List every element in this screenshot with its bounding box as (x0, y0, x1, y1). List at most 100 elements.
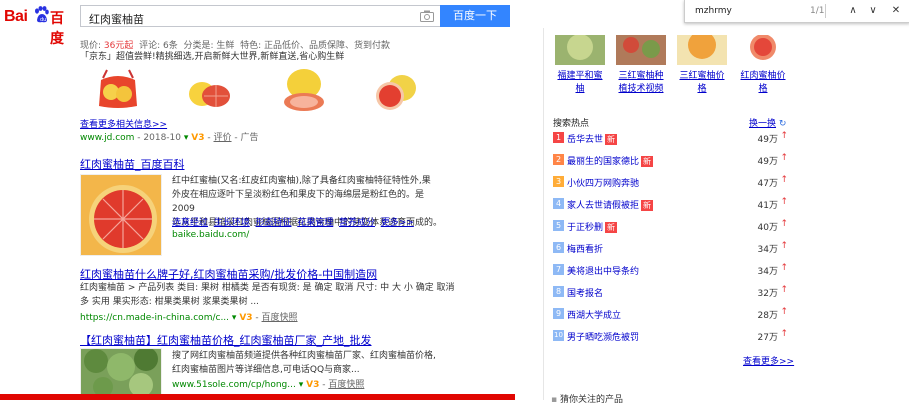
caption-2[interactable]: 三红蜜柚种 植技术视频 (612, 70, 670, 96)
pomelo-thumb-3[interactable] (677, 35, 727, 65)
pomelo-bag-image[interactable] (93, 68, 143, 110)
sublink-environment[interactable]: 生长环境 (214, 218, 250, 228)
trend-up-icon: ↑ (780, 219, 788, 229)
new-badge: 新 (605, 134, 618, 145)
hot-text-label: 小伙四万网购奔驰 (567, 179, 640, 189)
recommend-heading: ▪ 猜你关注的产品 (551, 392, 623, 405)
hot-rank: 5 (553, 220, 564, 231)
result3-title[interactable]: 红肉蜜柚苗什么牌子好,红肉蜜柚苗采购/批发价格-中国制造网 (80, 266, 377, 282)
seedling-image[interactable] (80, 348, 162, 396)
pomelo-half-image[interactable] (372, 70, 420, 112)
caption-3[interactable]: 三红蜜柚价 格 (673, 70, 731, 96)
dropdown-icon[interactable]: ▾ (299, 380, 304, 390)
snapshot-link[interactable]: 百度快照 (328, 380, 364, 390)
hot-rank: 7 (553, 264, 564, 275)
pomelo-thumb-2[interactable] (616, 35, 666, 65)
hot-text-label: 最丽生的国家德比 (567, 157, 640, 167)
hot-text: 西湖大学成立 (567, 308, 621, 321)
snapshot-link[interactable]: 百度快照 (262, 313, 298, 323)
hot-item[interactable]: 9 西湖大学成立 28万 ↑ (553, 307, 788, 321)
hot-item[interactable]: 3 小伙四万网购奔驰 47万 ↑ (553, 175, 788, 189)
trend-up-icon: ↑ (780, 285, 788, 295)
hot-count: 41万 (757, 201, 778, 211)
caption-line: 福建平和蜜 (557, 71, 603, 81)
result1-url[interactable]: www.jd.com (80, 133, 134, 143)
hot-item[interactable]: 2 最丽生的国家德比新 49万 ↑ (553, 153, 788, 167)
sublink-more[interactable]: 更多>> (381, 218, 414, 228)
v3-badge[interactable]: V3 (306, 380, 319, 390)
bottom-highlight-bar (0, 394, 515, 400)
recommend-label: 猜你关注的产品 (559, 395, 623, 405)
sublink-nutrition[interactable]: 营养成分 (339, 218, 375, 228)
result3-url[interactable]: https://cn.made-in-china.com/c... (80, 313, 229, 323)
pomelo-thumb-4[interactable] (738, 35, 788, 65)
hot-item[interactable]: 7 美将退出中导条约 34万 ↑ (553, 263, 788, 277)
hot-rank: 1 (553, 132, 564, 143)
more-hot-link[interactable]: 查看更多>> (743, 354, 794, 367)
refresh-icon: ↻ (778, 119, 787, 129)
hot-rank: 2 (553, 154, 564, 165)
result4-snippet: 搜了网红肉蜜柚苗频道提供各种红肉蜜柚苗厂家、红肉蜜柚苗价格, 红肉蜜柚苗图片等详… (172, 349, 452, 377)
search-button[interactable]: 百度一下 (440, 5, 510, 27)
result4-urlline: www.51sole.com/cp/hong... ▾ V3 - 百度快照 (172, 380, 365, 390)
hot-text-label: 西湖大学成立 (567, 311, 622, 321)
hot-rank: 10 (553, 330, 564, 341)
sublink-breeding[interactable]: 选育经过 (172, 218, 208, 228)
sublink-management[interactable]: 花果管理 (297, 218, 333, 228)
hot-rank: 9 (553, 308, 564, 319)
more-info-link[interactable]: 查看更多相关信息>> (80, 117, 167, 130)
trend-up-icon: ↑ (780, 241, 788, 251)
result2-title[interactable]: 红肉蜜柚苗_百度百科 (80, 156, 185, 172)
hot-item[interactable]: 1 岳华去世新 49万 ↑ (553, 131, 788, 145)
dropdown-icon[interactable]: ▾ (184, 133, 189, 143)
hot-text: 于正秒删新 (567, 220, 618, 233)
sidebar-divider (543, 28, 544, 400)
caption-line: 三红蜜柚价 (679, 71, 725, 81)
hot-count: 47万 (757, 179, 778, 189)
caption-4[interactable]: 红肉蜜柚价 格 (734, 70, 792, 96)
sublink-morphology[interactable]: 形态特征 (256, 218, 292, 228)
result2-url[interactable]: baike.baidu.com/ (172, 230, 249, 240)
hot-count: 32万 (757, 289, 778, 299)
pomelo-slices-image[interactable] (186, 70, 234, 110)
bullet-icon: ▪ (551, 395, 558, 405)
caption-line: 红肉蜜柚价 (740, 71, 786, 81)
pomelo-thumb-1[interactable] (555, 35, 605, 65)
snippet-line: 多 实用 果实形态: 柑果类果树 浆果类果树 ... (80, 297, 259, 307)
caption-line: 格 (697, 84, 707, 94)
hot-item[interactable]: 8 国考报名 32万 ↑ (553, 285, 788, 299)
hot-text: 小伙四万网购奔驰 (567, 176, 639, 189)
result4-title[interactable]: 【红肉蜜柚苗】红肉蜜柚苗价格_红肉蜜柚苗厂家_产地_批发 (80, 332, 372, 348)
result1-promo: 「京东」超值尝鲜!精挑细选,开启新鲜大世界,新鲜直送,省心购生鲜 (80, 52, 345, 62)
snippet-line: 外皮在相应逐叶下呈淡粉红色和果皮下的海绵层是粉红色的。是2009 (172, 190, 425, 214)
pomelo-whole-image[interactable] (280, 66, 330, 114)
refresh-button[interactable]: 换一换 ↻ (749, 116, 786, 129)
trend-up-icon: ↑ (780, 307, 788, 317)
hot-text-label: 美将退出中导条约 (567, 267, 640, 277)
hot-count: 49万 (757, 135, 778, 145)
v3-badge[interactable]: V3 (239, 313, 252, 323)
hot-item[interactable]: 4 家人去世请假被拒新 41万 ↑ (553, 197, 788, 211)
v3-badge[interactable]: V3 (191, 133, 204, 143)
pomelo-cut-image[interactable] (80, 174, 162, 256)
eval-link[interactable]: 评价 (214, 133, 232, 143)
trend-up-icon: ↑ (780, 131, 788, 141)
hot-item[interactable]: 5 于正秒删新 40万 ↑ (553, 219, 788, 233)
hot-text: 最丽生的国家德比新 (567, 154, 654, 167)
svg-text:du: du (40, 17, 46, 23)
caption-1[interactable]: 福建平和蜜 柚 (551, 70, 609, 96)
camera-icon[interactable] (420, 10, 434, 22)
hot-count: 34万 (757, 245, 778, 255)
baidu-logo[interactable]: Bai du 百度 (4, 6, 76, 47)
trend-up-icon: ↑ (780, 153, 788, 163)
result4-url[interactable]: www.51sole.com/cp/hong... (172, 380, 296, 390)
search-input[interactable]: 红肉蜜柚苗 (80, 5, 440, 27)
hot-text-label: 国考报名 (567, 289, 604, 299)
hot-item[interactable]: 10 男子晒吃濒危被罚 27万 ↑ (553, 329, 788, 343)
snippet-line: 红肉蜜柚苗 > 产品列表 类目: 果树 柑橘类 是否有现货: 是 确定 取消 尺… (80, 283, 455, 293)
hot-item[interactable]: 6 梅西看折 34万 ↑ (553, 241, 788, 255)
logo-text-right: 百度 (50, 11, 64, 47)
new-badge: 新 (641, 200, 654, 211)
dropdown-icon[interactable]: ▾ (232, 313, 237, 323)
result2-sublinks: 选育经过 生长环境 形态特征 花果管理 营养成分 更多>> (172, 215, 414, 228)
